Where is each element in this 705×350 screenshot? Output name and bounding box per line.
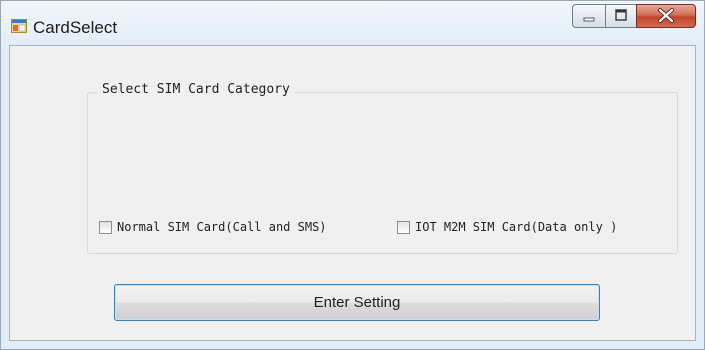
normal-sim-option[interactable]: Normal SIM Card(Call and SMS) xyxy=(99,220,384,236)
iot-sim-option[interactable]: IOT M2M SIM Card(Data only ) xyxy=(397,220,672,236)
maximize-button[interactable] xyxy=(605,4,637,28)
enter-setting-button[interactable]: Enter Setting xyxy=(114,284,600,321)
normal-sim-checkbox[interactable] xyxy=(99,221,112,234)
window-app-icon xyxy=(11,19,27,33)
normal-sim-label[interactable]: Normal SIM Card(Call and SMS) xyxy=(117,220,327,234)
iot-sim-label[interactable]: IOT M2M SIM Card(Data only ) xyxy=(415,220,617,234)
close-icon xyxy=(637,8,695,31)
iot-sim-checkbox[interactable] xyxy=(397,221,410,234)
cardselect-window: CardSelect Select SIM Card Category Norm… xyxy=(0,0,705,350)
maximize-icon xyxy=(606,9,636,31)
window-title: CardSelect xyxy=(33,18,118,37)
title-bar: CardSelect xyxy=(1,1,704,45)
minimize-icon xyxy=(573,14,605,31)
groupbox-title: Select SIM Card Category xyxy=(97,82,295,97)
client-area: Select SIM Card Category Normal SIM Card… xyxy=(9,45,696,341)
close-button[interactable] xyxy=(636,4,696,28)
sim-category-groupbox: Select SIM Card Category Normal SIM Card… xyxy=(87,82,678,254)
minimize-button[interactable] xyxy=(572,4,606,28)
